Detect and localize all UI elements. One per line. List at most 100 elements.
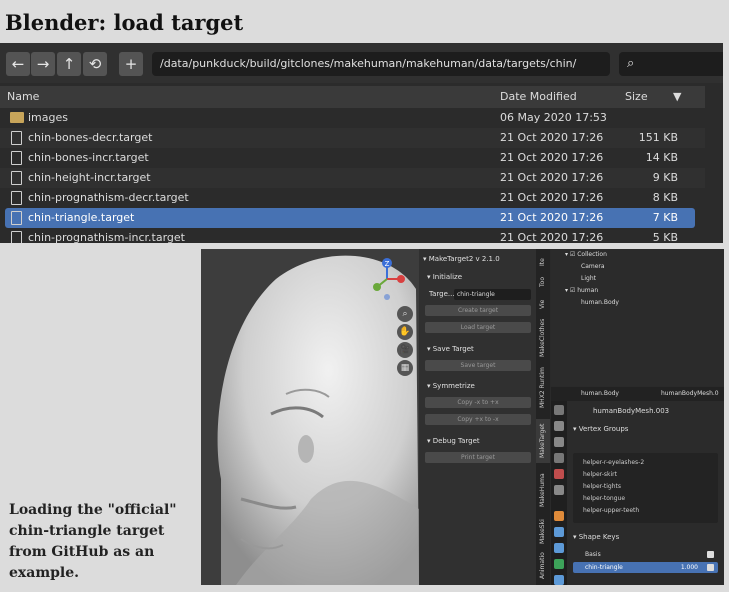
file-icon	[11, 131, 22, 145]
vertex-group-item[interactable]: helper-r-eyelashes-2	[583, 457, 644, 468]
modifier-tab-icon[interactable]	[554, 527, 564, 537]
path-input[interactable]: /data/punkduck/build/gitclones/makehuman…	[152, 52, 610, 76]
sidebar-tab[interactable]: MakeHuma	[536, 469, 550, 511]
refresh-button[interactable]: ⟲	[83, 52, 107, 76]
scene-tab-icon[interactable]	[554, 469, 564, 479]
file-row[interactable]: chin-triangle.target 21 Oct 2020 17:26 7 K…	[5, 208, 695, 228]
outliner-item[interactable]: Light	[581, 273, 596, 284]
vertex-group-item[interactable]: helper-tongue	[583, 493, 625, 504]
file-size: 5 KB	[652, 231, 678, 243]
render-tab-icon[interactable]	[554, 421, 564, 431]
axis-z-label: Z	[385, 260, 390, 268]
column-date-modified[interactable]: Date Modified	[500, 90, 577, 103]
save-target-section[interactable]: ▾ Save Target	[427, 343, 474, 355]
camera-icon[interactable]: 🎥	[397, 342, 413, 358]
view-layer-tab-icon[interactable]	[554, 453, 564, 463]
vertex-group-item[interactable]: helper-skirt	[583, 469, 617, 480]
material-tab-icon[interactable]	[554, 575, 564, 585]
file-row[interactable]: chin-bones-decr.target 21 Oct 2020 17:26 1…	[0, 128, 705, 148]
column-name[interactable]: Name	[7, 90, 39, 103]
file-icon	[11, 231, 22, 243]
caption: Loading the "official" chin-triangle tar…	[9, 502, 177, 581]
file-name: chin-triangle.target	[28, 211, 135, 224]
file-size: 14 KB	[645, 151, 678, 164]
file-row[interactable]: chin-height-incr.target 21 Oct 2020 17:26…	[0, 168, 705, 188]
file-name: chin-prognathism-incr.target	[28, 231, 185, 243]
shape-key-item[interactable]: Basis	[573, 549, 718, 560]
parent-directory-button[interactable]: ↑	[57, 52, 81, 76]
outliner: ▾ ☑ Collection Camera Light ▾ ☑ human human.…	[551, 249, 724, 386]
navigation-gizmo[interactable]: Z	[369, 255, 409, 305]
search-input[interactable]: ⌕	[619, 52, 723, 76]
grid-icon[interactable]: ▦	[397, 360, 413, 376]
symmetrize-section[interactable]: ▾ Symmetrize	[427, 380, 475, 392]
object-tab-icon[interactable]	[554, 511, 564, 521]
vertex-groups-section[interactable]: ▾ Vertex Groups	[573, 423, 628, 435]
outliner-item[interactable]: human.Body	[581, 297, 619, 308]
load-target-button[interactable]: Load target	[425, 322, 531, 333]
file-date: 21 Oct 2020 17:26	[500, 151, 604, 164]
sidebar-tab[interactable]: Animatio	[536, 551, 550, 581]
forward-button[interactable]: →	[31, 52, 55, 76]
file-size: 7 KB	[652, 211, 678, 224]
shape-key-checkbox[interactable]	[707, 564, 714, 571]
outliner-item[interactable]: Camera	[581, 261, 605, 272]
column-size[interactable]: Size	[625, 90, 648, 103]
shape-key-value[interactable]: 1.000	[681, 562, 698, 573]
mesh-data-field[interactable]: humanBodyMesh.003	[593, 405, 669, 417]
shape-key-checkbox[interactable]	[707, 551, 714, 558]
file-row[interactable]: chin-prognathism-incr.target 21 Oct 2020 …	[0, 228, 705, 243]
back-button[interactable]: ←	[6, 52, 30, 76]
outliner-item[interactable]: ▾ ☑ human	[565, 285, 598, 296]
sidebar-tabs: Ite Too Vie MakeClothes MHX2 Runtim MakeTarge…	[536, 249, 550, 585]
properties-header: human.Body humanBodyMesh.0	[551, 387, 724, 401]
create-target-button[interactable]: Create target	[425, 305, 531, 316]
print-target-button[interactable]: Print target	[425, 452, 531, 463]
sidebar-tab[interactable]: MakeClothes	[536, 317, 550, 359]
target-name-input[interactable]: chin-triangle	[454, 289, 531, 300]
outliner-item[interactable]: ▾ ☑ Collection	[565, 249, 607, 260]
data-tab-icon[interactable]	[554, 559, 564, 569]
file-icon	[11, 211, 22, 225]
panel-title[interactable]: ▾ MakeTarget2 v 2.1.0	[419, 252, 536, 266]
file-icon	[11, 171, 22, 185]
new-folder-button[interactable]: +	[119, 52, 143, 76]
file-icon	[11, 151, 22, 165]
mesh-name[interactable]: humanBodyMesh.0	[661, 387, 719, 401]
vertex-group-item[interactable]: helper-upper-teeth	[583, 505, 639, 516]
3d-viewport[interactable]: Z ⌕ ✋ 🎥 ▦	[201, 249, 419, 585]
tool-tab-icon[interactable]	[554, 405, 564, 415]
world-tab-icon[interactable]	[554, 485, 564, 495]
sidebar-tab[interactable]: Vie	[536, 295, 550, 313]
file-date: 21 Oct 2020 17:26	[500, 211, 604, 224]
zoom-icon[interactable]: ⌕	[397, 306, 413, 322]
file-date: 21 Oct 2020 17:26	[500, 171, 604, 184]
column-header: Name Date Modified Size ▼	[0, 86, 705, 108]
file-row[interactable]: images 06 May 2020 17:53	[0, 108, 705, 128]
file-row[interactable]: chin-bones-incr.target 21 Oct 2020 17:26 1…	[0, 148, 705, 168]
target-label: Targe...	[429, 290, 455, 298]
debug-target-section[interactable]: ▾ Debug Target	[427, 435, 480, 447]
physics-tab-icon[interactable]	[554, 543, 564, 553]
save-target-button[interactable]: Save target	[425, 360, 531, 371]
shape-key-item[interactable]: chin-triangle 1.000	[573, 562, 718, 573]
file-row[interactable]: chin-prognathism-decr.target 21 Oct 2020 …	[0, 188, 705, 208]
output-tab-icon[interactable]	[554, 437, 564, 447]
sort-chevron-icon[interactable]: ▼	[673, 90, 681, 103]
sidebar-tab[interactable]: MHX2 Runtim	[536, 363, 550, 413]
file-date: 21 Oct 2020 17:26	[500, 191, 604, 204]
initialize-section[interactable]: ▾ Initialize	[427, 271, 462, 283]
sidebar-tab[interactable]: MakeSki	[536, 517, 550, 547]
file-icon	[11, 191, 22, 205]
copy-right-to-left-button[interactable]: Copy +x to -x	[425, 414, 531, 425]
sidebar-tab[interactable]: Too	[536, 273, 550, 291]
file-size: 151 KB	[638, 131, 678, 144]
sidebar-tab[interactable]: MakeTarget	[536, 419, 550, 463]
pan-hand-icon[interactable]: ✋	[397, 324, 413, 340]
sidebar-tab[interactable]: Ite	[536, 253, 550, 271]
file-name: chin-bones-incr.target	[28, 151, 149, 164]
object-name[interactable]: human.Body	[581, 387, 619, 401]
vertex-group-item[interactable]: helper-tights	[583, 481, 621, 492]
shape-keys-section[interactable]: ▾ Shape Keys	[573, 531, 619, 543]
copy-left-to-right-button[interactable]: Copy -x to +x	[425, 397, 531, 408]
